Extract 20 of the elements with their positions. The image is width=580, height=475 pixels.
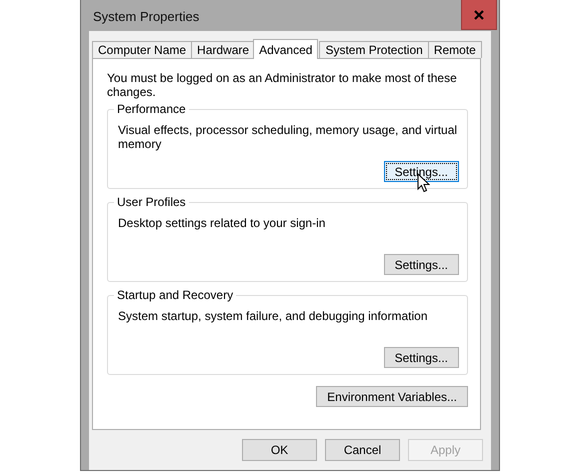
group-title: Performance [114,102,189,116]
group-description: Desktop settings related to your sign-in [118,216,326,230]
dialog-button[interactable]: OK [242,439,317,461]
tab[interactable]: Advanced [253,39,318,59]
group-title: User Profiles [114,195,189,209]
settings-button[interactable]: Settings... [384,347,459,368]
group-title: Startup and Recovery [114,288,236,302]
dialog-button[interactable]: Cancel [325,439,400,461]
close-button[interactable] [461,0,497,30]
group-description: System startup, system failure, and debugging information [118,309,428,323]
settings-button[interactable]: Settings... [384,254,459,275]
notice-text: You must be logged on as an Administrator to make most of these changes. [107,71,458,99]
close-icon [474,10,484,20]
settings-button[interactable]: Settings... [384,161,459,182]
window-title: System Properties [93,9,200,24]
tab[interactable]: Remote [428,41,482,58]
tab[interactable]: Computer Name [92,41,192,58]
tab[interactable]: System Protection [319,41,429,58]
environment-variables-button[interactable]: Environment Variables... [316,386,468,407]
group-description: Visual effects, processor scheduling, memory usage, and virtual memory [118,123,458,151]
